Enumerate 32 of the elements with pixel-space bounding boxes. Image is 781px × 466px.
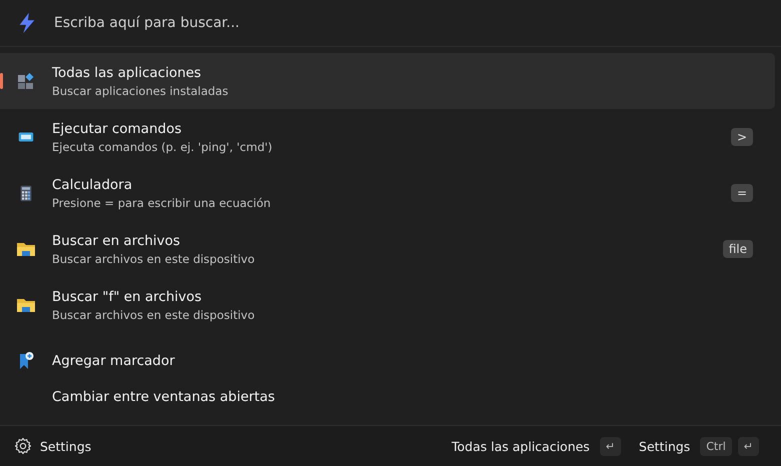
result-title: Cambiar entre ventanas abiertas (52, 389, 276, 405)
shortcut-key: file (722, 240, 753, 258)
result-description: Buscar archivos en este dispositivo (52, 308, 256, 322)
settings-button[interactable]: Settings (10, 433, 96, 459)
result-item[interactable]: Buscar en archivos Buscar archivos en este dispositivo file (0, 221, 775, 277)
result-title: Ejecutar comandos (52, 120, 182, 136)
result-item[interactable]: Calculadora Presione = para escribir una ecuación = (0, 165, 775, 221)
result-description: Buscar aplicaciones instaladas (52, 84, 230, 98)
result-title: Todas las aplicaciones (52, 64, 202, 80)
result-item[interactable]: Cambiar entre ventanas abiertas (0, 389, 775, 411)
action-label: Todas las aplicaciones (452, 438, 590, 454)
keyboard-key: Ctrl (700, 436, 732, 456)
shortcut-key: > (730, 128, 753, 146)
keyboard-key: ↵ (738, 436, 759, 456)
result-title: Agregar marcador (52, 353, 176, 369)
action-label: Settings (638, 438, 690, 454)
result-item[interactable]: Buscar "f" en archivos Buscar archivos en este dispositivo (0, 277, 775, 333)
result-title: Calculadora (52, 176, 134, 192)
result-description: Presione = para escribir una ecuación (52, 196, 272, 210)
shortcut-key: = (730, 184, 753, 202)
result-item[interactable]: Agregar marcador (0, 333, 775, 389)
keyboard-key: ↵ (600, 436, 621, 456)
result-item[interactable]: Todas las aplicaciones Buscar aplicaciones instaladas (0, 53, 775, 109)
search-field[interactable]: Escriba aquí para buscar... (52, 14, 765, 32)
settings-icon (14, 437, 32, 455)
result-item[interactable]: Ejecutar comandos Ejecuta comandos (p. ej. 'ping', 'cmd') > (0, 109, 775, 165)
apps-icon (16, 71, 36, 91)
result-title: Buscar en archivos (52, 232, 182, 248)
result-description: Buscar archivos en este dispositivo (52, 252, 256, 266)
result-title: Buscar "f" en archivos (52, 288, 203, 304)
result-description: Ejecuta comandos (p. ej. 'ping', 'cmd') (52, 140, 274, 154)
selection-indicator (0, 73, 3, 89)
